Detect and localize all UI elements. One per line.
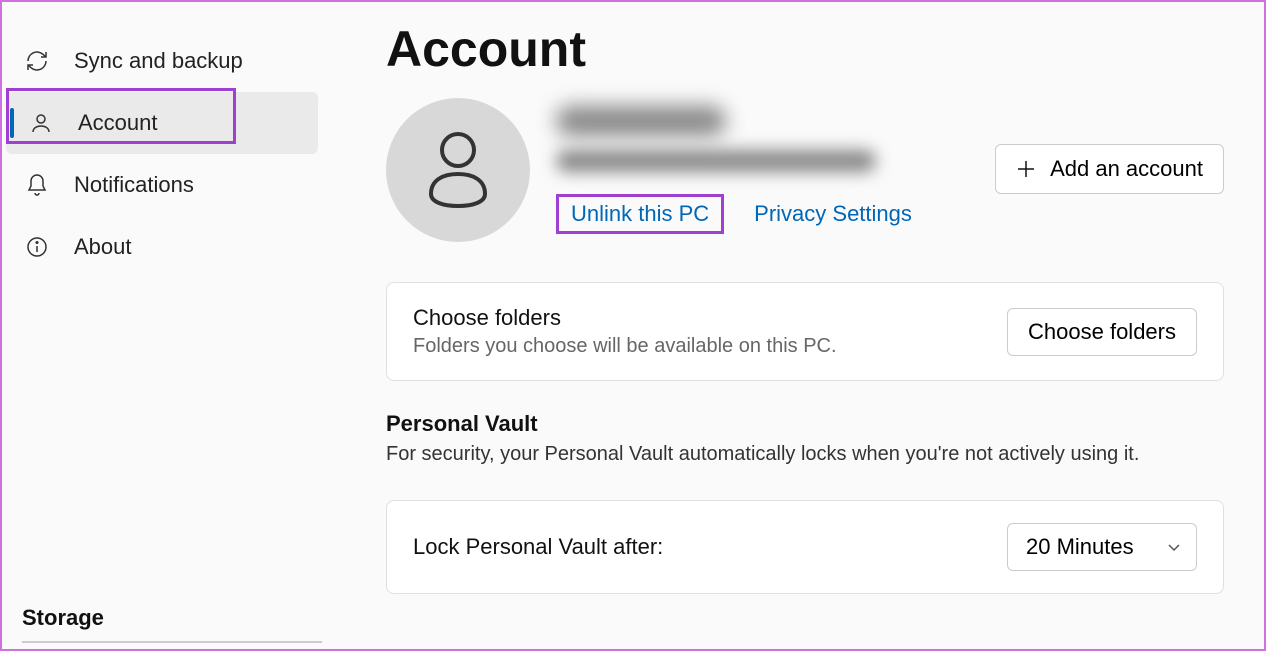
sidebar-item-label: About — [74, 234, 132, 260]
sync-icon — [24, 48, 50, 74]
lock-vault-value: 20 Minutes — [1026, 534, 1134, 560]
privacy-settings-link[interactable]: Privacy Settings — [754, 201, 912, 227]
personal-vault-desc: For security, your Personal Vault automa… — [386, 443, 1224, 466]
storage-divider — [22, 641, 322, 643]
sidebar-item-about[interactable]: About — [2, 216, 322, 278]
choose-folders-card: Choose folders Folders you choose will b… — [386, 282, 1224, 381]
add-account-button[interactable]: Add an account — [995, 144, 1224, 194]
plus-icon — [1016, 159, 1036, 179]
storage-section-label: Storage — [22, 605, 104, 631]
personal-vault-title: Personal Vault — [386, 411, 1224, 437]
avatar — [386, 98, 530, 242]
user-email-redacted — [556, 150, 876, 172]
lock-vault-label: Lock Personal Vault after: — [413, 534, 663, 560]
choose-folders-button[interactable]: Choose folders — [1007, 308, 1197, 356]
sidebar-item-label: Account — [78, 110, 158, 136]
lock-vault-card: Lock Personal Vault after: 20 Minutes — [386, 500, 1224, 594]
sidebar-item-sync-backup[interactable]: Sync and backup — [2, 30, 322, 92]
sidebar-item-notifications[interactable]: Notifications — [2, 154, 322, 216]
bell-icon — [24, 172, 50, 198]
person-icon — [28, 110, 54, 136]
choose-folders-desc: Folders you choose will be available on … — [413, 335, 837, 358]
main-content: Account Unlink this PC Privacy Settings … — [386, 20, 1224, 594]
page-title: Account — [386, 20, 1224, 78]
sidebar-item-account[interactable]: Account — [6, 92, 318, 154]
profile-row: Unlink this PC Privacy Settings Add an a… — [386, 98, 1224, 248]
choose-folders-title: Choose folders — [413, 305, 837, 331]
user-name-redacted — [556, 106, 726, 136]
lock-vault-dropdown[interactable]: 20 Minutes — [1007, 523, 1197, 571]
info-icon — [24, 234, 50, 260]
chevron-down-icon — [1166, 539, 1182, 555]
unlink-pc-link[interactable]: Unlink this PC — [556, 194, 724, 234]
sidebar-item-label: Sync and backup — [74, 48, 243, 74]
sidebar-item-label: Notifications — [74, 172, 194, 198]
add-account-label: Add an account — [1050, 156, 1203, 182]
sidebar: Sync and backup Account Notifications Ab… — [2, 2, 322, 649]
